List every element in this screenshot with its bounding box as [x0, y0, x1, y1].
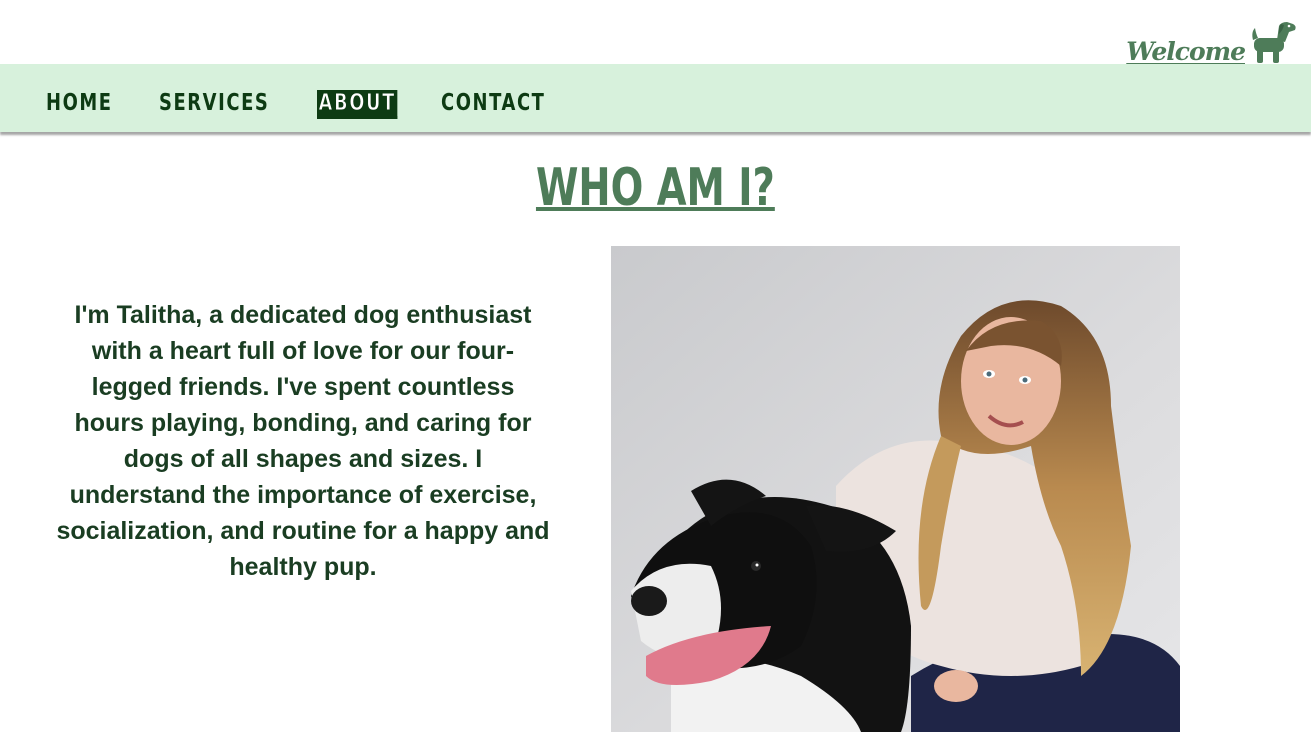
dog-icon [1252, 22, 1296, 63]
nav-services[interactable]: SERVICES [159, 90, 269, 116]
nav-home[interactable]: HOME [46, 90, 113, 116]
photo-illustration [611, 246, 1180, 732]
welcome-home-link[interactable]: Welcome [1126, 20, 1297, 64]
main-navbar: HOME SERVICES ABOUT CONTACT [0, 64, 1311, 132]
woman-with-dog-photo [611, 246, 1180, 732]
nav-about[interactable]: ABOUT [317, 90, 398, 119]
bio-paragraph: I'm Talitha, a dedicated dog enthusiast … [56, 301, 550, 581]
page-title-wrapper: WHO AM I? [0, 158, 1311, 218]
nav-contact[interactable]: CONTACT [441, 90, 545, 116]
page-title: WHO AM I? [536, 158, 775, 218]
welcome-text: Welcome [1126, 37, 1246, 66]
